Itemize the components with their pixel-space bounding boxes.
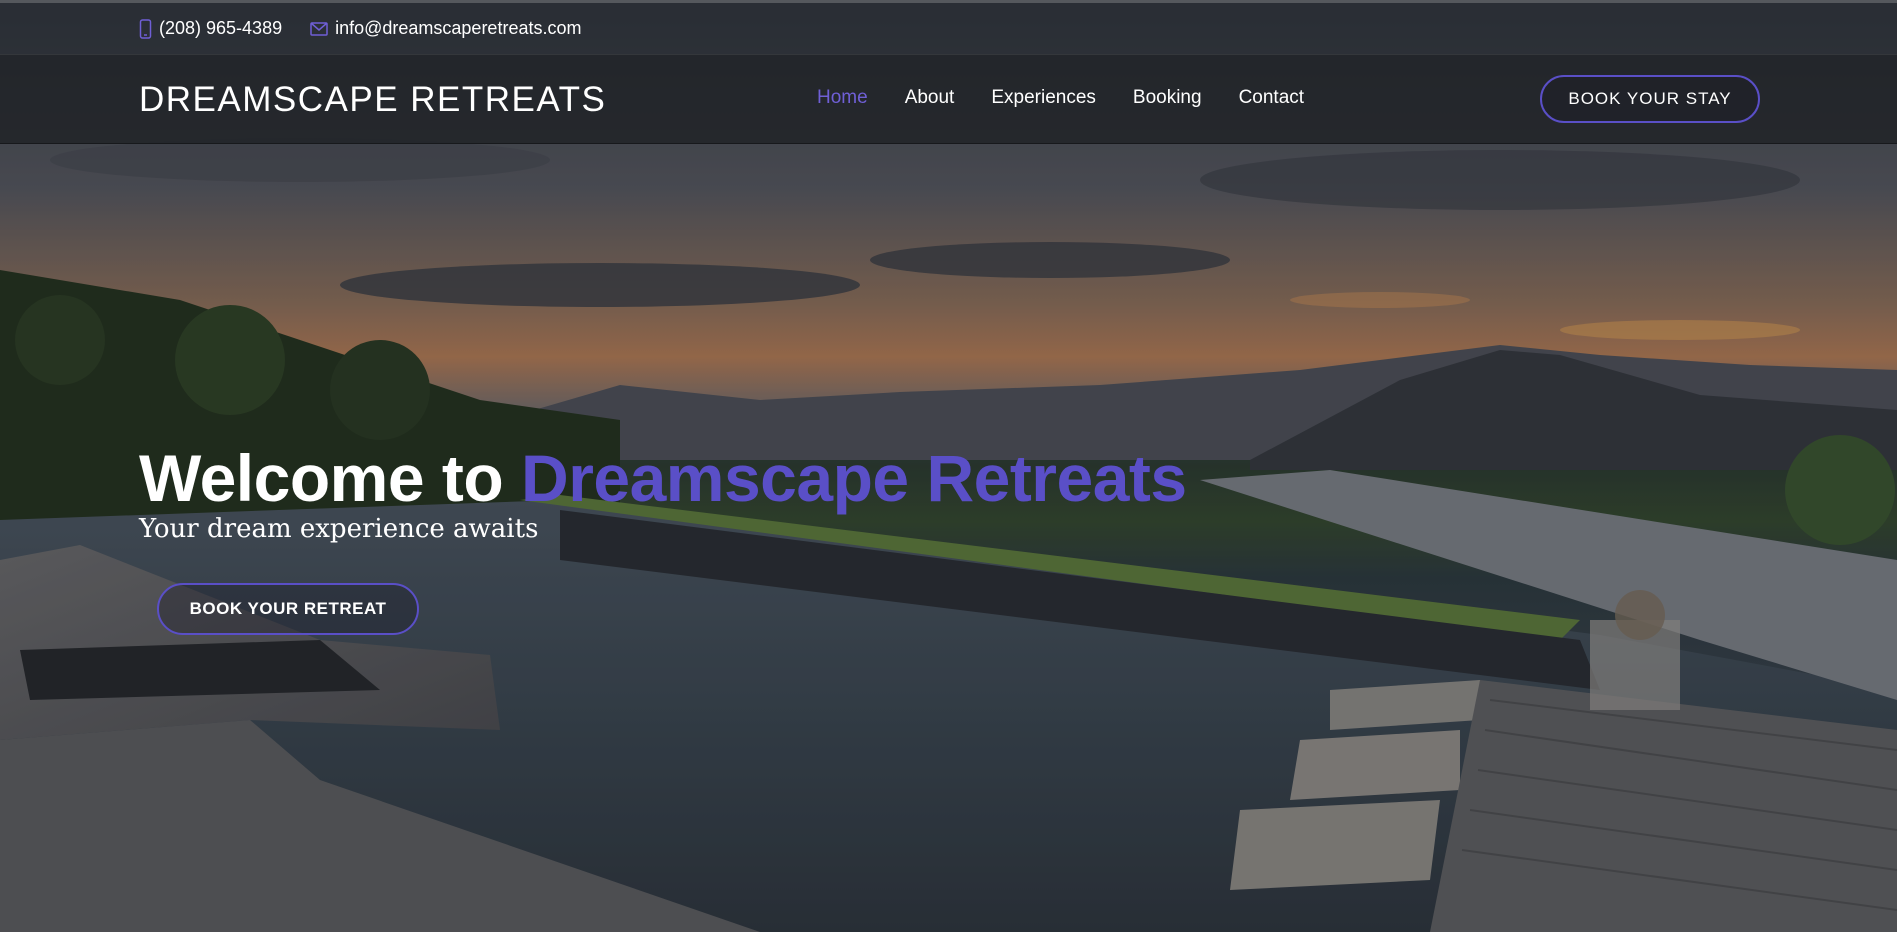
nav-link-experiences[interactable]: Experiences <box>991 87 1096 109</box>
phone-number: (208) 965-4389 <box>159 18 283 38</box>
hero-subtitle: Your dream experience awaits <box>139 514 539 544</box>
hero-section: (208) 965-4389 info@dreamscaperetreats.c… <box>0 0 1897 932</box>
phone-contact[interactable]: (208) 965-4389 <box>139 18 282 39</box>
phone-icon <box>139 18 152 39</box>
nav-link-contact[interactable]: Contact <box>1239 87 1304 109</box>
headline-accent: Dreamscape Retreats <box>521 441 1187 515</box>
nav-menu: Home About Experiences Booking Contact <box>817 87 1341 109</box>
email-contact[interactable]: info@dreamscaperetreats.com <box>310 18 581 39</box>
top-contact-bar: (208) 965-4389 info@dreamscaperetreats.c… <box>0 0 1897 54</box>
headline-prefix: Welcome to <box>139 441 504 515</box>
main-navbar: DREAMSCAPE RETREATS Home About Experienc… <box>0 54 1897 144</box>
nav-link-about[interactable]: About <box>905 87 955 109</box>
email-address: info@dreamscaperetreats.com <box>335 18 582 38</box>
book-your-stay-button[interactable]: BOOK YOUR STAY <box>1540 75 1760 123</box>
nav-link-home[interactable]: Home <box>817 87 868 109</box>
site-logo[interactable]: DREAMSCAPE RETREATS <box>139 80 606 120</box>
book-your-retreat-button[interactable]: BOOK YOUR RETREAT <box>157 583 419 635</box>
hero-headline: Welcome to Dreamscape Retreats <box>139 440 1187 516</box>
nav-link-booking[interactable]: Booking <box>1133 87 1202 109</box>
mail-icon <box>310 21 328 36</box>
